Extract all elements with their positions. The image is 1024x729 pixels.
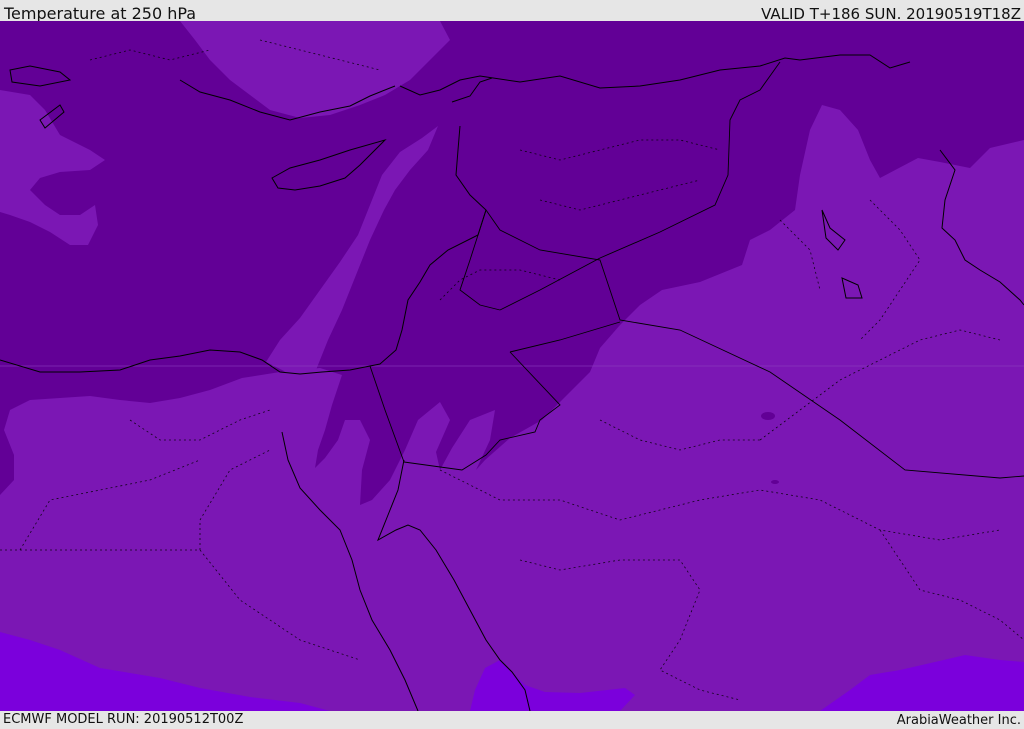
lake-2: [771, 480, 779, 484]
header-bar: Temperature at 250 hPa VALID T+186 SUN. …: [0, 0, 1024, 23]
footer-bar: ECMWF MODEL RUN: 20190512T00Z ArabiaWeat…: [0, 711, 1024, 729]
weather-map: [0, 21, 1024, 711]
provider-credit: ArabiaWeather Inc.: [896, 713, 1021, 728]
model-run-label: ECMWF MODEL RUN: 20190512T00Z: [3, 712, 244, 727]
lake: [761, 412, 775, 420]
